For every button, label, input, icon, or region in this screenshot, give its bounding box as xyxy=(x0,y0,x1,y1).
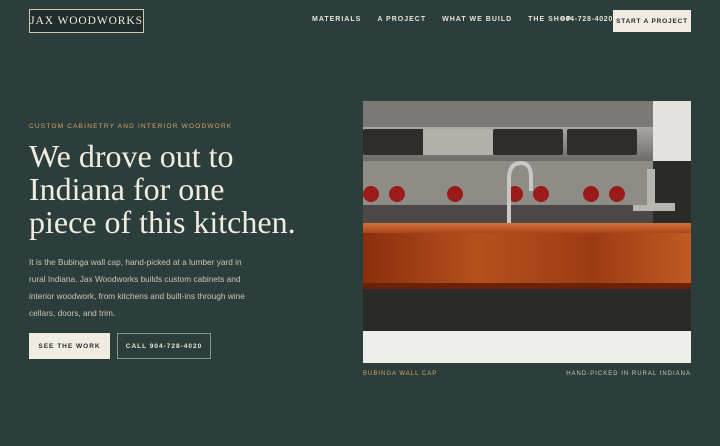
photo-caption-left: BUBINGA WALL CAP xyxy=(363,371,438,377)
nav-link-what-we-build[interactable]: WHAT WE BUILD xyxy=(442,16,512,23)
headline-line: Indiana for one xyxy=(29,171,225,207)
hero-headline: We drove out to Indiana for one piece of… xyxy=(29,140,339,239)
site-header: JAX WOODWORKS MATERIALS A PROJECT WHAT W… xyxy=(0,0,720,42)
main-nav: MATERIALS A PROJECT WHAT WE BUILD THE SH… xyxy=(312,16,588,23)
hero-eyebrow: CUSTOM CABINETRY AND INTERIOR WOODWORK xyxy=(29,123,233,130)
call-button[interactable]: CALL 904-728-4020 xyxy=(117,333,211,359)
hero-body: It is the Bubinga wall cap, hand-picked … xyxy=(29,257,245,318)
nav-link-a-project[interactable]: A PROJECT xyxy=(377,16,426,23)
kitchen-photo-illustration xyxy=(363,101,691,363)
logo[interactable]: JAX WOODWORKS xyxy=(29,9,144,33)
headline-line: We drove out to xyxy=(29,138,234,174)
kitchen-photo xyxy=(363,101,691,363)
photo-caption-right: HAND-PICKED IN RURAL INDIANA xyxy=(566,371,691,377)
headline-line: piece of this kitchen. xyxy=(29,204,296,240)
start-project-button[interactable]: START A PROJECT xyxy=(613,10,691,32)
see-the-work-button[interactable]: SEE THE WORK xyxy=(29,333,110,359)
nav-link-materials[interactable]: MATERIALS xyxy=(312,16,361,23)
header-phone-link[interactable]: 904-728-4020 xyxy=(561,16,613,23)
